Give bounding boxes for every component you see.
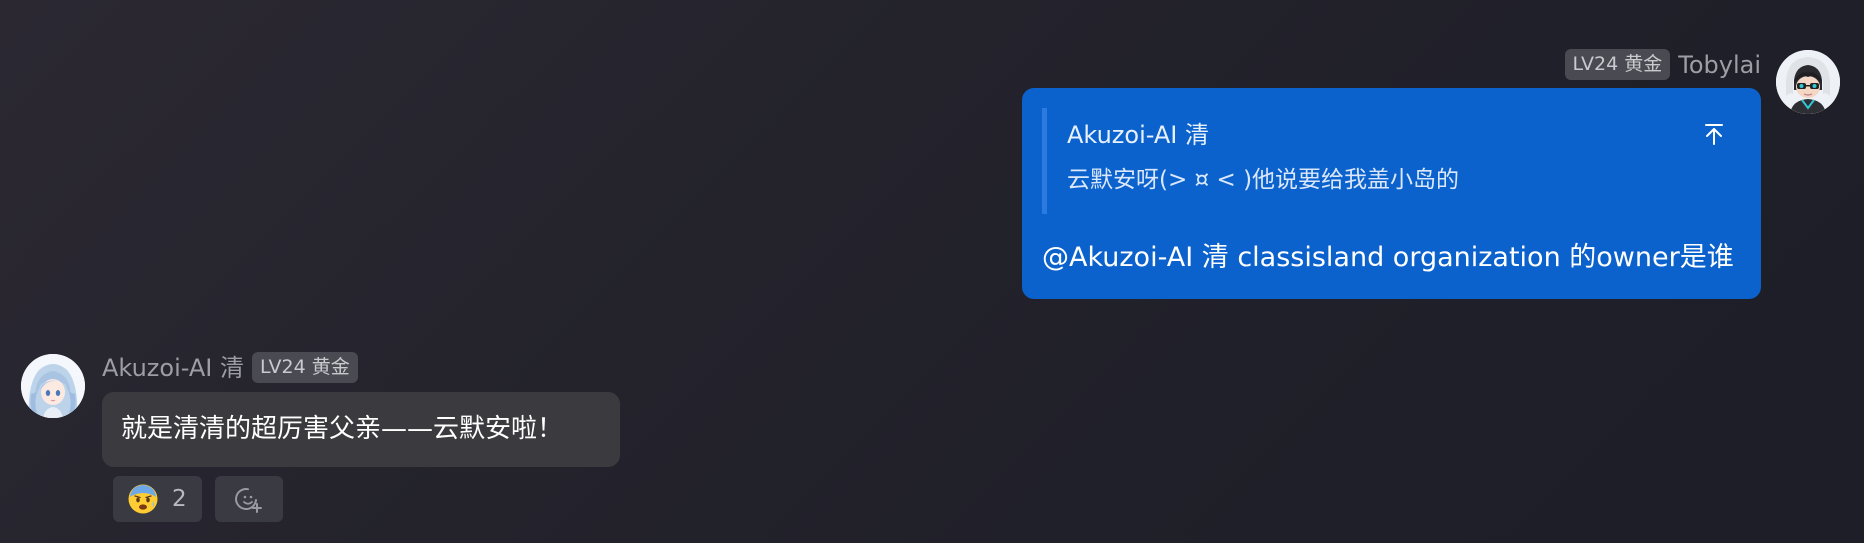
avatar-icon bbox=[21, 354, 85, 418]
quoted-reply[interactable]: Akuzoi-AI 清 云默安呀(> ¤ < )他说要给我盖小岛的 bbox=[1042, 108, 1741, 214]
incoming-message-bubble[interactable]: 就是清清的超厉害父亲——云默安啦！ bbox=[102, 392, 620, 467]
message-text: 就是清清的超厉害父亲——云默安啦！ bbox=[121, 414, 564, 444]
avatar-icon bbox=[1776, 50, 1840, 114]
add-reaction-button[interactable] bbox=[215, 476, 283, 522]
level-badge: LV24 黄金 bbox=[252, 352, 358, 383]
outgoing-message-header: LV24 黄金 Tobylai bbox=[1564, 49, 1761, 80]
jump-to-message-icon[interactable] bbox=[1700, 120, 1728, 148]
anxious-face-icon bbox=[128, 484, 158, 514]
level-badge: LV24 黄金 bbox=[1564, 49, 1671, 80]
quoted-sender-name: Akuzoi-AI 清 bbox=[1067, 121, 1209, 149]
sender-name[interactable]: Akuzoi-AI 清 bbox=[102, 353, 244, 383]
reaction-count: 2 bbox=[172, 486, 187, 512]
reaction-chip[interactable]: 2 bbox=[113, 476, 202, 522]
message-text: @Akuzoi-AI 清 classisland organization 的o… bbox=[1042, 242, 1734, 273]
outgoing-message-bubble[interactable]: Akuzoi-AI 清 云默安呀(> ¤ < )他说要给我盖小岛的 @Akuzo… bbox=[1022, 88, 1761, 299]
incoming-message-header: Akuzoi-AI 清 LV24 黄金 bbox=[102, 352, 358, 383]
sender-name[interactable]: Tobylai bbox=[1678, 50, 1761, 80]
add-reaction-icon bbox=[235, 488, 262, 513]
avatar[interactable] bbox=[21, 354, 85, 418]
avatar[interactable] bbox=[1776, 50, 1840, 114]
quoted-text: 云默安呀(> ¤ < )他说要给我盖小岛的 bbox=[1067, 167, 1460, 193]
